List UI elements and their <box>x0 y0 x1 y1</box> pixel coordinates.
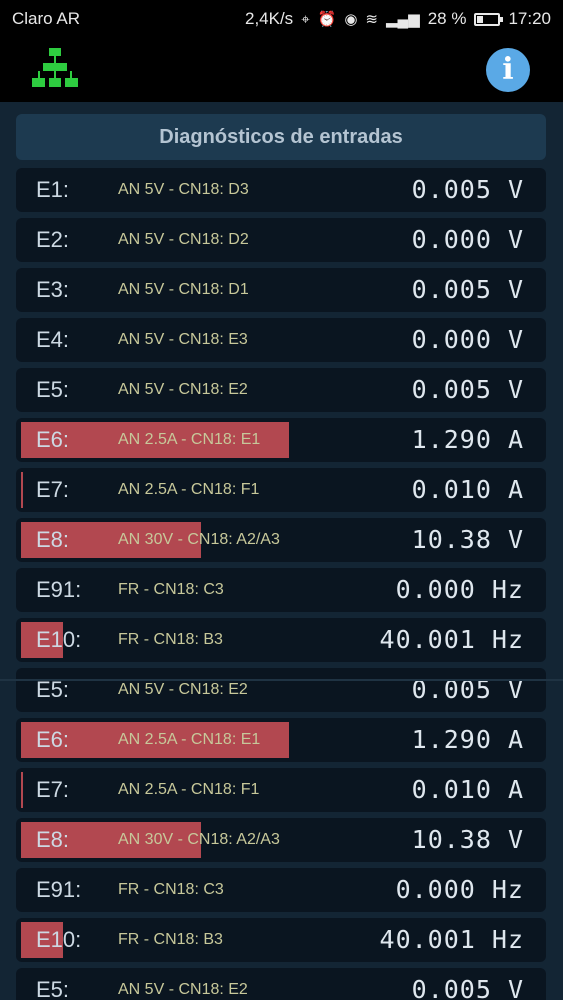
input-source: AN 5V - CN18: E3 <box>118 331 248 348</box>
input-label: E5: <box>36 977 70 1000</box>
wifi-icon: ≋ <box>365 11 378 28</box>
info-button[interactable]: i <box>486 48 530 92</box>
battery-icon <box>474 12 504 26</box>
input-value: 0.000 V <box>411 225 524 254</box>
input-label: E2: <box>36 227 70 252</box>
input-row[interactable]: E5: AN 5V - CN18: E2 0.005 V <box>16 668 546 712</box>
location-icon: ⌖ <box>301 10 310 28</box>
level-bar <box>21 472 23 508</box>
input-value: 40.001 Hz <box>379 925 524 954</box>
input-row[interactable]: E7: AN 2.5A - CN18: F1 0.010 A <box>16 468 546 512</box>
input-value: 0.005 V <box>411 275 524 304</box>
input-row[interactable]: E91: FR - CN18: C3 0.000 Hz <box>16 568 546 612</box>
input-source: AN 5V - CN18: D1 <box>118 281 249 298</box>
input-label: E3: <box>36 277 70 302</box>
network-tree-icon[interactable] <box>32 46 78 90</box>
page-title: Diagnósticos de entradas <box>16 114 546 160</box>
network-speed: 2,4K/s <box>244 9 294 28</box>
input-label: E91: <box>36 577 82 602</box>
input-source: AN 5V - CN18: E2 <box>118 981 248 998</box>
input-label: E10: <box>36 627 82 652</box>
carrier-label: Claro AR <box>12 9 81 28</box>
input-source: AN 2.5A - CN18: E1 <box>118 431 261 448</box>
input-value: 0.010 A <box>411 475 524 504</box>
input-row[interactable]: E4: AN 5V - CN18: E3 0.000 V <box>16 318 546 362</box>
input-value: 1.290 A <box>411 725 524 754</box>
input-label: E6: <box>36 427 70 452</box>
input-source: FR - CN18: B3 <box>118 931 223 948</box>
input-source: FR - CN18: C3 <box>118 581 224 598</box>
input-label: E6: <box>36 727 70 752</box>
input-value: 0.005 V <box>411 675 524 704</box>
input-row[interactable]: E5: AN 5V - CN18: E2 0.005 V <box>16 968 546 1000</box>
input-row[interactable]: E8: AN 30V - CN18: A2/A3 10.38 V <box>16 518 546 562</box>
input-label: E5: <box>36 377 70 402</box>
input-source: AN 30V - CN18: A2/A3 <box>118 831 280 848</box>
input-value: 0.005 V <box>411 375 524 404</box>
input-row[interactable]: E2: AN 5V - CN18: D2 0.000 V <box>16 218 546 262</box>
input-value: 0.000 Hz <box>395 875 524 904</box>
input-value: 10.38 V <box>411 825 524 854</box>
alarm-icon: ⏰ <box>317 11 337 28</box>
input-source: AN 2.5A - CN18: E1 <box>118 731 261 748</box>
input-row[interactable]: E10: FR - CN18: B3 40.001 Hz <box>16 918 546 962</box>
input-row[interactable]: E7: AN 2.5A - CN18: F1 0.010 A <box>16 768 546 812</box>
input-row[interactable]: E10: FR - CN18: B3 40.001 Hz <box>16 618 546 662</box>
input-source: FR - CN18: B3 <box>118 631 223 648</box>
screen-divider <box>0 679 563 681</box>
input-label: E8: <box>36 527 70 552</box>
input-label: E7: <box>36 777 70 802</box>
input-label: E10: <box>36 927 82 952</box>
status-bar: Claro AR 2,4K/s ⌖ ⏰ ◉ ≋ ▂▄▆ 28 % 17:20 <box>0 0 563 38</box>
info-icon: i <box>502 52 514 87</box>
input-value: 1.290 A <box>411 425 524 454</box>
input-source: AN 5V - CN18: E2 <box>118 681 248 698</box>
status-icons: 2,4K/s ⌖ ⏰ ◉ ≋ ▂▄▆ 28 % 17:20 <box>245 9 551 29</box>
battery-percent: 28 % <box>427 9 467 28</box>
input-value: 0.005 V <box>411 175 524 204</box>
input-source: AN 30V - CN18: A2/A3 <box>118 531 280 548</box>
input-source: AN 2.5A - CN18: F1 <box>118 781 260 798</box>
input-row[interactable]: E3: AN 5V - CN18: D1 0.005 V <box>16 268 546 312</box>
input-row[interactable]: E6: AN 2.5A - CN18: E1 1.290 A <box>16 718 546 762</box>
input-label: E91: <box>36 877 82 902</box>
input-row[interactable]: E1: AN 5V - CN18: D3 0.005 V <box>16 168 546 212</box>
app-bar: i <box>0 38 563 102</box>
input-source: AN 5V - CN18: D3 <box>118 181 249 198</box>
eye-icon: ◉ <box>344 11 358 28</box>
input-row[interactable]: E5: AN 5V - CN18: E2 0.005 V <box>16 368 546 412</box>
input-source: FR - CN18: C3 <box>118 881 224 898</box>
diagnostics-panel[interactable]: Diagnósticos de entradas E1: AN 5V - CN18… <box>0 102 563 1000</box>
input-value: 0.000 V <box>411 325 524 354</box>
input-row[interactable]: E91: FR - CN18: C3 0.000 Hz <box>16 868 546 912</box>
input-value: 0.000 Hz <box>395 575 524 604</box>
input-label: E4: <box>36 327 70 352</box>
input-value: 0.005 V <box>411 975 524 1000</box>
input-value: 0.010 A <box>411 775 524 804</box>
input-value: 10.38 V <box>411 525 524 554</box>
level-bar <box>21 772 23 808</box>
input-source: AN 5V - CN18: D2 <box>118 231 249 248</box>
input-row[interactable]: E6: AN 2.5A - CN18: E1 1.290 A <box>16 418 546 462</box>
clock: 17:20 <box>508 9 551 28</box>
input-row[interactable]: E8: AN 30V - CN18: A2/A3 10.38 V <box>16 818 546 862</box>
input-label: E5: <box>36 677 70 702</box>
input-label: E1: <box>36 177 70 202</box>
input-label: E7: <box>36 477 70 502</box>
signal-icon: ▂▄▆ <box>386 11 420 28</box>
input-source: AN 2.5A - CN18: F1 <box>118 481 260 498</box>
input-source: AN 5V - CN18: E2 <box>118 381 248 398</box>
input-value: 40.001 Hz <box>379 625 524 654</box>
input-label: E8: <box>36 827 70 852</box>
